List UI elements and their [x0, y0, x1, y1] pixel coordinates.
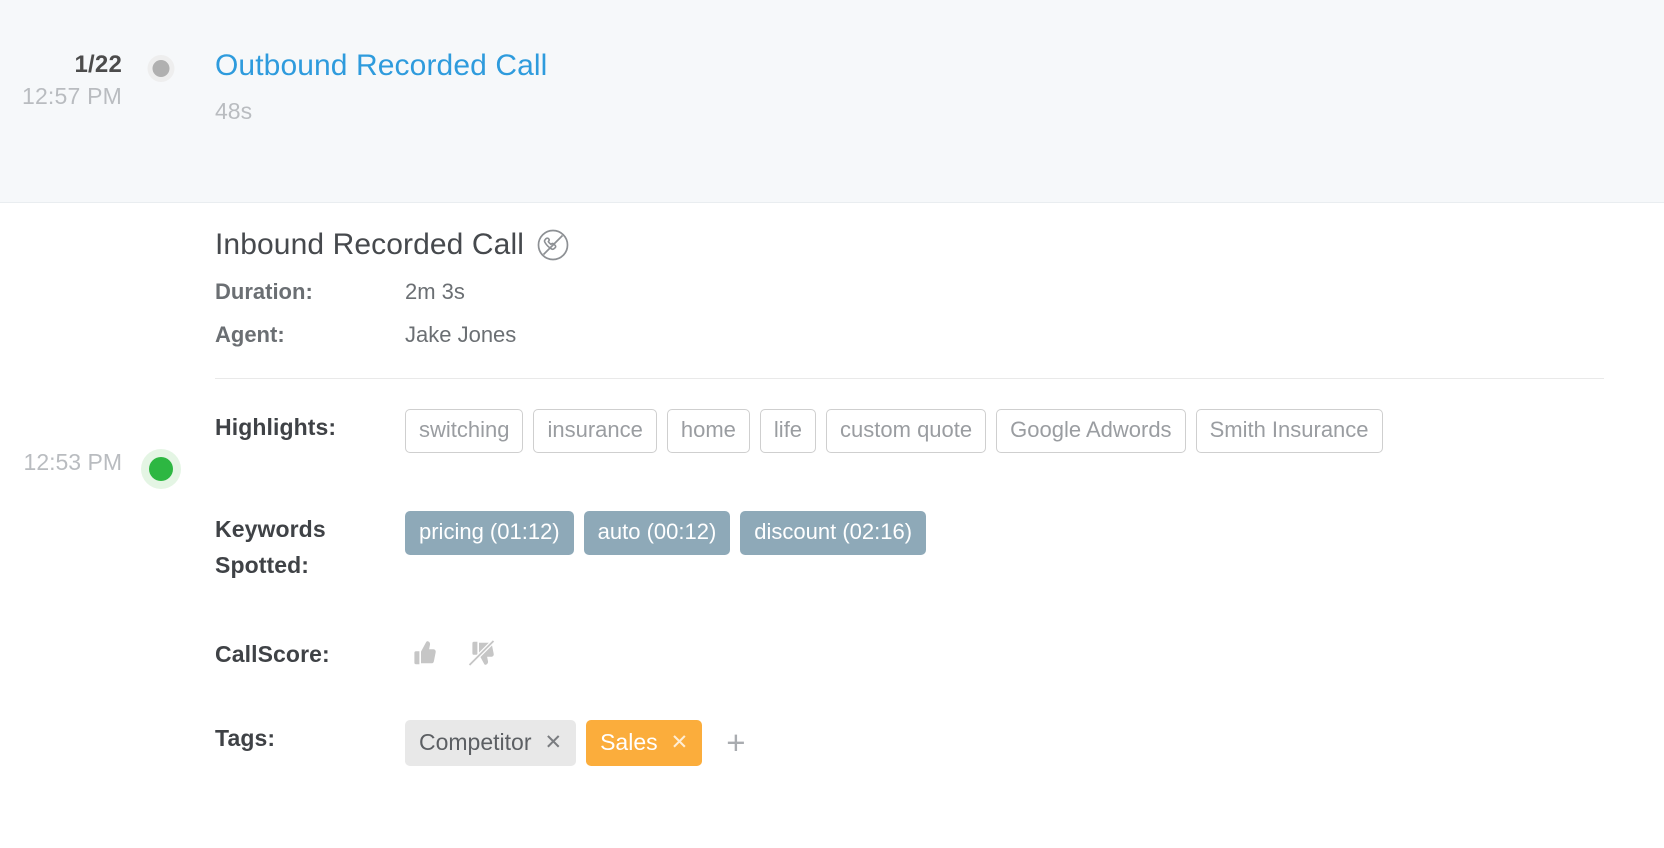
keyword-chip[interactable]: auto (00:12)	[583, 511, 731, 555]
agent-label: Agent:	[215, 322, 285, 347]
agent-value: Jake Jones	[405, 322, 517, 347]
duration-value: 2m 3s	[405, 279, 465, 304]
add-tag-button[interactable]: +	[720, 726, 751, 759]
keyword-chip[interactable]: discount (02:16)	[740, 511, 927, 555]
tags-label: Tags:	[215, 725, 276, 751]
tags-list: Competitor ✕ Sales ✕ +	[405, 720, 1664, 766]
thumbs-down-slashed-icon[interactable]	[465, 637, 497, 672]
highlight-chip[interactable]: insurance	[533, 409, 657, 453]
do-not-call-icon[interactable]	[536, 228, 570, 262]
highlight-chip[interactable]: Google Adwords	[996, 409, 1186, 453]
highlight-chip[interactable]: switching	[405, 409, 524, 453]
outbound-call-duration: 48s	[215, 98, 253, 124]
entry-time: 12:57 PM	[21, 83, 122, 109]
callscore-label: CallScore:	[215, 641, 330, 667]
section-divider	[215, 378, 1604, 379]
entry-time-gutter: 12:53 PM	[0, 203, 140, 848]
keywords-spotted-label: Keywords Spotted:	[215, 516, 326, 578]
outbound-call-title-link[interactable]: Outbound Recorded Call	[215, 47, 547, 85]
timeline-dot-container	[140, 203, 182, 848]
entry-body: Outbound Recorded Call 48s	[182, 0, 1664, 202]
call-timeline: 1/22 12:57 PM Outbound Recorded Call 48s…	[0, 0, 1664, 848]
callscore-row: CallScore:	[215, 636, 1664, 672]
highlight-chip[interactable]: custom quote	[826, 409, 987, 453]
highlights-chip-list: switching insurance home life custom quo…	[405, 409, 1664, 453]
inbound-call-header: Inbound Recorded Call	[215, 226, 1664, 264]
tag-chip[interactable]: Competitor ✕	[405, 720, 577, 766]
meta-row-agent: Agent: Jake Jones	[215, 320, 1664, 350]
tag-label: Competitor	[419, 729, 532, 755]
duration-label: Duration:	[215, 279, 313, 304]
timeline-dot-container	[140, 0, 182, 202]
highlight-chip[interactable]: Smith Insurance	[1195, 409, 1383, 453]
entry-body: Inbound Recorded Call Duration: 2m 3s Ag…	[182, 203, 1664, 848]
green-dot	[149, 457, 173, 481]
close-icon[interactable]: ✕	[671, 732, 689, 753]
tag-chip[interactable]: Sales ✕	[586, 720, 703, 766]
highlights-label: Highlights:	[215, 414, 337, 440]
entry-time-gutter: 1/22 12:57 PM	[0, 0, 140, 202]
thumbs-up-icon[interactable]	[407, 637, 439, 672]
tag-label: Sales	[600, 729, 658, 755]
callscore-controls	[405, 636, 1664, 672]
highlight-chip[interactable]: home	[666, 409, 750, 453]
entry-time: 12:53 PM	[23, 449, 122, 475]
tags-row: Tags: Competitor ✕ Sales ✕ +	[215, 720, 1664, 766]
meta-row-duration: Duration: 2m 3s	[215, 277, 1664, 307]
keywords-chip-list: pricing (01:12) auto (00:12) discount (0…	[405, 511, 1664, 583]
highlight-chip[interactable]: life	[759, 409, 817, 453]
highlights-row: Highlights: switching insurance home lif…	[215, 409, 1664, 453]
keywords-row: Keywords Spotted: pricing (01:12) auto (…	[215, 511, 1664, 583]
entry-date: 1/22	[74, 51, 122, 78]
timeline-entry-outbound-call[interactable]: 1/22 12:57 PM Outbound Recorded Call 48s	[0, 0, 1664, 203]
close-icon[interactable]: ✕	[544, 732, 562, 753]
inbound-call-title: Inbound Recorded Call	[215, 228, 524, 261]
gray-dot	[152, 60, 170, 77]
keyword-chip[interactable]: pricing (01:12)	[405, 511, 574, 555]
timeline-entry-inbound-call: 12:53 PM Inbound Recorded Call Duration:…	[0, 203, 1664, 848]
